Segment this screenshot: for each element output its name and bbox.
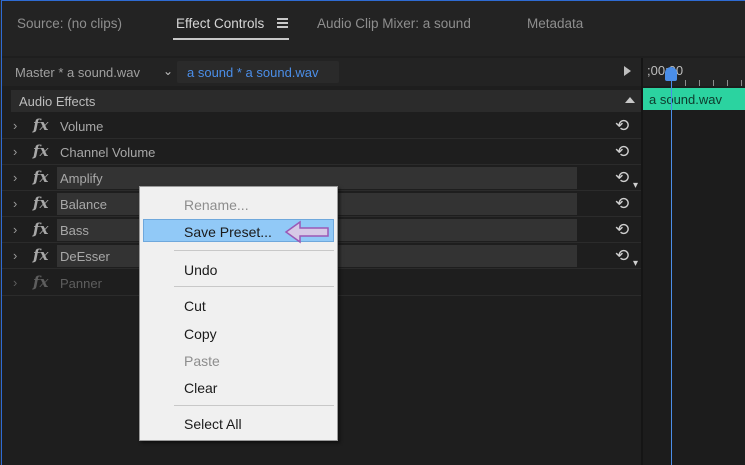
fx-toggle-icon[interactable]: fx [33,273,48,291]
menu-item-label: Cut [184,298,206,314]
chevron-right-icon[interactable]: › [13,144,17,159]
fx-toggle-icon[interactable]: fx [33,168,48,186]
fx-toggle-icon[interactable]: fx [33,194,48,212]
timeline-clip[interactable]: a sound.wav [643,88,745,110]
panel-tab-bar: Source: (no clips) Effect Controls Audio… [1,0,745,56]
fx-toggle-icon[interactable]: fx [33,142,48,160]
effect-name: Balance [60,197,107,212]
sequence-clip-label: a sound * a sound.wav [187,65,319,80]
effect-row-channel-volume[interactable]: › fx Channel Volume ⟲ [1,139,641,165]
chevron-right-icon[interactable]: › [13,170,17,185]
chevron-right-icon[interactable]: › [13,275,17,290]
effect-name: Channel Volume [60,145,156,160]
tab-metadata[interactable]: Metadata [527,16,583,36]
menu-item-label: Select All [184,416,242,432]
ruler-tick [685,80,686,86]
chevron-right-icon[interactable]: › [13,248,17,263]
effect-name: DeEsser [60,249,110,264]
menu-item-label: Save Preset... [184,224,272,240]
playhead-handle-icon[interactable] [665,67,677,81]
effect-name: Volume [60,119,104,134]
chevron-right-icon[interactable]: › [13,196,17,211]
effect-controls-window: Source: (no clips) Effect Controls Audio… [0,0,745,465]
chevron-right-icon[interactable]: › [13,222,17,237]
active-tab-indicator [173,38,289,40]
chevron-down-icon[interactable]: ⌄ [163,64,173,78]
playhead-line [671,80,672,465]
reset-icon[interactable]: ⟲ [615,142,629,162]
sequence-clip-selector[interactable]: a sound * a sound.wav [177,61,339,83]
menu-item-label: Clear [184,380,218,396]
tab-effect-controls[interactable]: Effect Controls [176,16,264,36]
menu-item-label: Undo [184,262,218,278]
menu-item-select-all[interactable]: Select All [140,412,337,435]
ruler-tick [699,80,700,86]
clip-label: a sound.wav [649,92,722,107]
fx-toggle-icon[interactable]: fx [33,220,48,238]
menu-item-rename[interactable]: Rename... [140,193,337,216]
fx-toggle-icon[interactable]: fx [33,116,48,134]
menu-item-label: Rename... [184,197,249,213]
chevron-right-icon[interactable]: › [13,118,17,133]
tab-audio-clip-mixer[interactable]: Audio Clip Mixer: a sound [317,16,471,36]
effect-name: Bass [60,223,89,238]
fx-toggle-icon[interactable]: fx [33,246,48,264]
dropdown-dot-icon[interactable]: ▾ [633,258,638,269]
effect-name: Panner [60,276,102,291]
tab-source[interactable]: Source: (no clips) [17,16,122,36]
master-clip-label[interactable]: Master * a sound.wav [15,65,140,80]
menu-item-copy[interactable]: Copy [140,322,337,345]
reset-icon[interactable]: ⟲ [615,194,629,214]
menu-item-clear[interactable]: Clear [140,376,337,399]
time-ruler[interactable]: ;00;00 [643,58,745,86]
ruler-tick [727,80,728,86]
effect-row-volume[interactable]: › fx Volume ⟲ [1,113,641,139]
ruler-tick [713,80,714,86]
effect-name: Amplify [60,171,103,186]
menu-item-undo[interactable]: Undo [140,258,337,281]
reset-icon[interactable]: ⟲ [615,116,629,136]
menu-separator [174,250,334,251]
menu-separator [174,405,334,406]
menu-separator [174,286,334,287]
menu-item-label: Paste [184,353,220,369]
dropdown-dot-icon[interactable]: ▾ [633,180,638,191]
menu-item-label: Copy [184,326,217,342]
mini-timeline[interactable]: ;00;00 a sound.wav [643,58,745,465]
left-arrow-annotation-icon [284,220,329,244]
source-selector-bar: Master * a sound.wav ⌄ a sound * a sound… [1,58,641,86]
reset-icon[interactable]: ⟲ [615,246,629,266]
ruler-tick [741,80,742,86]
section-title: Audio Effects [19,94,96,109]
reset-icon[interactable]: ⟲ [615,220,629,240]
hamburger-menu-icon[interactable] [277,18,288,28]
collapse-section-icon[interactable] [625,97,635,103]
menu-item-paste[interactable]: Paste [140,349,337,372]
show-timeline-toggle-icon[interactable] [624,66,631,76]
audio-effects-header[interactable]: Audio Effects [11,90,641,112]
reset-icon[interactable]: ⟲ [615,168,629,188]
menu-item-cut[interactable]: Cut [140,294,337,317]
